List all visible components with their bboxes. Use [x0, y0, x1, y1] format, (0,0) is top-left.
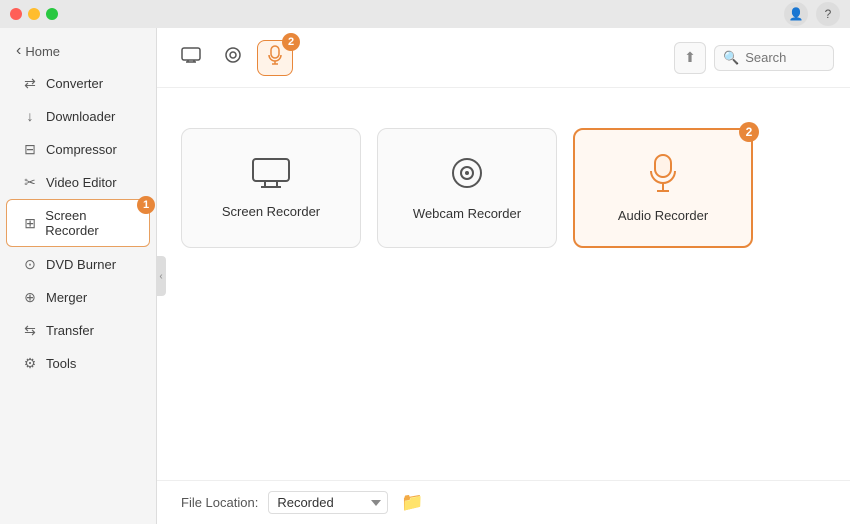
sidebar-item-merger[interactable]: ⊕ Merger [6, 281, 150, 313]
sidebar-label-compressor: Compressor [46, 142, 117, 157]
tab-audio[interactable]: 2 [257, 40, 293, 76]
tools-icon: ⚙ [22, 355, 38, 371]
user-icon-button[interactable]: 👤 [784, 2, 808, 26]
home-link[interactable]: Home [0, 36, 156, 66]
sidebar-item-transfer[interactable]: ⇆ Transfer [6, 314, 150, 346]
sidebar-collapse-handle[interactable]: ‹ [156, 256, 166, 296]
webcam-recorder-icon [449, 155, 485, 196]
tab-webcam[interactable] [215, 40, 251, 76]
audio-tab-icon [267, 45, 283, 70]
recorder-card-audio-recorder[interactable]: Audio Recorder 2 [573, 128, 753, 248]
sidebar-label-dvd-burner: DVD Burner [46, 257, 116, 272]
sidebar-item-tools[interactable]: ⚙ Tools [6, 347, 150, 379]
screen-recorder-icon: ⊞ [23, 215, 37, 231]
close-dot[interactable] [10, 8, 22, 20]
sidebar-label-screen-recorder: Screen Recorder [45, 208, 133, 238]
sidebar-label-transfer: Transfer [46, 323, 94, 338]
audio-recorder-label: Audio Recorder [618, 208, 708, 223]
content-area: 2 ⬆ 🔍 Screen Recorder Webcam Re [157, 28, 850, 524]
downloader-icon: ↓ [22, 108, 38, 124]
file-location-select[interactable]: RecordedDesktopDocumentsDownloads [268, 491, 388, 514]
sidebar-item-downloader[interactable]: ↓ Downloader [6, 100, 150, 132]
recorder-grid: Screen Recorder Webcam Recorder Audio Re… [157, 88, 850, 480]
merger-icon: ⊕ [22, 289, 38, 305]
compressor-icon: ⊟ [22, 141, 38, 157]
sidebar-label-video-editor: Video Editor [46, 175, 117, 190]
recorder-card-screen-recorder[interactable]: Screen Recorder [181, 128, 361, 248]
folder-icon: 📁 [401, 492, 423, 513]
webcam-tab-icon [224, 46, 242, 69]
titlebar: 👤 ? [0, 0, 850, 28]
sidebar-badge-screen-recorder: 1 [137, 196, 155, 214]
sidebar: Home ⇄ Converter ↓ Downloader ⊟ Compress… [0, 28, 157, 524]
minimize-dot[interactable] [28, 8, 40, 20]
tab-screen[interactable] [173, 40, 209, 76]
content-header: 2 ⬆ 🔍 [157, 28, 850, 88]
screen-recorder-label: Screen Recorder [222, 204, 320, 219]
sidebar-label-merger: Merger [46, 290, 87, 305]
sidebar-item-video-editor[interactable]: ✂ Video Editor [6, 166, 150, 198]
recorder-card-webcam-recorder[interactable]: Webcam Recorder [377, 128, 557, 248]
maximize-dot[interactable] [46, 8, 58, 20]
search-input[interactable] [745, 50, 825, 65]
dvd-burner-icon: ⊙ [22, 256, 38, 272]
browse-folder-button[interactable]: 📁 [398, 489, 426, 517]
tab-badge-audio: 2 [282, 33, 300, 51]
screen-recorder-icon [251, 157, 291, 194]
video-editor-icon: ✂ [22, 174, 38, 190]
transfer-icon: ⇆ [22, 322, 38, 338]
audio-recorder-icon [647, 153, 679, 198]
card-badge-audio-recorder: 2 [739, 122, 759, 142]
sidebar-label-tools: Tools [46, 356, 76, 371]
file-location-label: File Location: [181, 495, 258, 510]
help-icon-button[interactable]: ? [816, 2, 840, 26]
search-icon: 🔍 [723, 50, 739, 66]
converter-icon: ⇄ [22, 75, 38, 91]
home-label: Home [25, 44, 60, 59]
sidebar-item-dvd-burner[interactable]: ⊙ DVD Burner [6, 248, 150, 280]
sidebar-label-converter: Converter [46, 76, 103, 91]
upload-icon: ⬆ [684, 49, 696, 66]
sidebar-item-converter[interactable]: ⇄ Converter [6, 67, 150, 99]
webcam-recorder-label: Webcam Recorder [413, 206, 521, 221]
app-body: Home ⇄ Converter ↓ Downloader ⊟ Compress… [0, 28, 850, 524]
upload-button[interactable]: ⬆ [674, 42, 706, 74]
content-footer: File Location: RecordedDesktopDocumentsD… [157, 480, 850, 524]
sidebar-item-compressor[interactable]: ⊟ Compressor [6, 133, 150, 165]
search-box: 🔍 [714, 45, 834, 71]
question-icon: ? [825, 7, 832, 21]
screen-tab-icon [181, 47, 201, 68]
sidebar-label-downloader: Downloader [46, 109, 115, 124]
sidebar-item-screen-recorder[interactable]: ⊞ Screen Recorder 1 [6, 199, 150, 247]
user-icon: 👤 [789, 7, 804, 21]
